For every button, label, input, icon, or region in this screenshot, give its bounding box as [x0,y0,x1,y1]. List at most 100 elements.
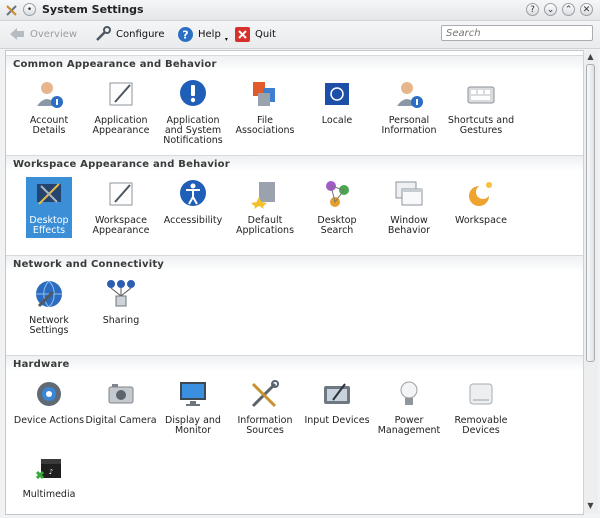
configure-label: Configure [116,28,165,40]
window-title: System Settings [42,3,144,16]
item-label: Power Management [377,415,441,436]
help-icon: ? [178,26,193,42]
item-label: Personal Information [381,115,437,136]
overview-label: Overview [30,28,78,40]
item-label: Removable Devices [454,415,508,436]
item-label: Input Devices [304,415,370,426]
help-button[interactable]: ? Help ▾ [177,23,228,45]
overview-button[interactable]: Overview [8,23,77,45]
wrench-icon [96,26,111,41]
flag-icon [325,83,349,105]
item-display-monitor[interactable]: Display and Monitor [157,378,229,436]
section-title: Workspace Appearance and Behavior [6,155,583,172]
item-label: Application and System Notifications [163,115,223,146]
section-common-appearance: Common Appearance and Behavior [6,55,583,72]
item-label: Desktop Search [317,215,357,236]
item-label: Accessibility [163,215,223,226]
item-label: Multimedia [22,489,76,500]
window-icon [395,181,423,206]
clapper-icon: ♪ [35,459,61,480]
settings-tools-icon[interactable] [5,3,19,17]
item-device-actions[interactable]: Device Actions [13,378,85,426]
item-label: Locale [321,115,353,126]
maximize-button[interactable]: ⌃ [562,3,575,16]
default-apps-icon [251,182,275,209]
item-workspace-appearance[interactable]: Workspace Appearance [85,178,157,236]
item-shortcuts-gestures[interactable]: Shortcuts and Gestures [445,78,517,136]
item-network-settings[interactable]: Network Settings [13,278,85,336]
item-window-behavior[interactable]: Window Behavior [373,178,445,236]
item-label: Display and Monitor [165,415,221,436]
item-label: Account Details [29,115,69,136]
search-atoms-icon [326,181,349,207]
help-window-button[interactable]: ? [526,3,539,16]
pen-canvas-icon [109,82,133,106]
section-network: Network and Connectivity [6,255,583,272]
svg-text:♪: ♪ [49,468,53,476]
item-power-management[interactable]: Power Management [373,378,445,436]
item-label: Digital Camera [85,415,157,426]
item-notifications[interactable]: Application and System Notifications [157,78,229,146]
window-menu-icon[interactable]: • [23,3,36,16]
pen-canvas-icon [109,182,133,206]
dropdown-arrow-icon: ▾ [224,35,228,43]
item-multimedia[interactable]: ♪ Multimedia [13,452,85,500]
scroll-thumb[interactable] [586,64,595,362]
item-label: Window Behavior [387,215,431,236]
bulb-icon [400,381,418,405]
item-workspace[interactable]: Workspace [445,178,517,226]
quit-label: Quit [255,28,276,40]
configure-button[interactable]: Configure [94,23,164,45]
gear-icon [37,382,61,406]
quit-button[interactable]: Quit [234,23,276,45]
item-label: Application Appearance [92,115,150,136]
back-arrow-icon [10,28,24,40]
title-bar: • System Settings ? ⌄ ⌃ ✕ [0,0,600,21]
item-input-devices[interactable]: Input Devices [301,378,373,426]
item-default-applications[interactable]: Default Applications [229,178,301,236]
item-label: Shortcuts and Gestures [447,115,515,136]
globe-wrench-icon [36,280,62,308]
search-input[interactable] [441,25,593,41]
file-types-icon [253,82,275,106]
workspace-icon [469,182,492,206]
minimize-button[interactable]: ⌄ [544,3,557,16]
help-label: Help [198,28,221,40]
item-personal-information[interactable]: Personal Information [373,78,445,136]
item-accessibility[interactable]: Accessibility [157,178,229,226]
section-title: Hardware [6,355,583,372]
item-file-associations[interactable]: File Associations [229,78,301,136]
item-label: Device Actions [13,415,85,426]
svg-text:?: ? [182,28,188,41]
item-label: File Associations [235,115,295,136]
item-label: Information Sources [237,415,293,436]
item-sharing[interactable]: Sharing [85,278,157,326]
item-removable-devices[interactable]: Removable Devices [445,378,517,436]
item-application-appearance[interactable]: Application Appearance [85,78,157,136]
item-label: Network Settings [29,315,69,336]
item-label: Desktop Effects [29,215,69,236]
quit-icon [235,26,250,42]
item-information-sources[interactable]: Information Sources [229,378,301,436]
user-info-icon [397,82,423,108]
exclamation-icon [180,80,206,106]
settings-content: Common Appearance and Behavior Account D… [5,50,584,515]
close-button[interactable]: ✕ [580,3,593,16]
effects-icon [37,183,61,205]
scroll-up-arrow-icon[interactable]: ▲ [585,51,596,62]
keyboard-icon [467,86,495,104]
item-label: Sharing [102,315,140,326]
accessibility-icon [180,180,206,206]
tools-icon [251,380,279,408]
sharing-icon [107,280,135,307]
item-desktop-search[interactable]: Desktop Search [301,178,373,236]
camera-icon [108,384,134,404]
section-workspace-appearance: Workspace Appearance and Behavior [6,155,583,172]
item-account-details[interactable]: Account Details [13,78,85,136]
item-desktop-effects[interactable]: Desktop Effects [26,177,72,238]
item-locale[interactable]: Locale [301,78,373,126]
item-label: Workspace [455,215,507,226]
scroll-down-arrow-icon[interactable]: ▼ [585,500,596,511]
vertical-scrollbar[interactable]: ▲ ▼ [583,50,598,513]
item-digital-camera[interactable]: Digital Camera [85,378,157,426]
